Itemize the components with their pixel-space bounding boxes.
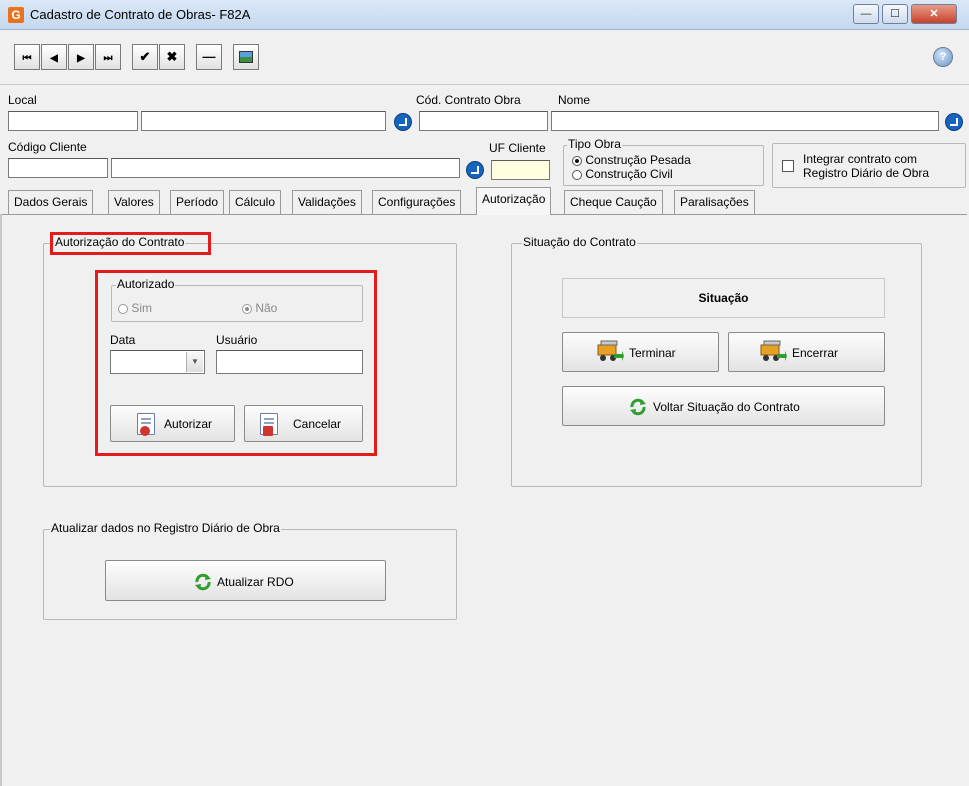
next-record-button[interactable]: ▶	[68, 44, 94, 70]
tab-dados-gerais[interactable]: Dados Gerais	[8, 190, 94, 214]
codigo-cliente-field[interactable]	[8, 158, 108, 178]
cancel-edit-button[interactable]: ✖	[159, 44, 185, 70]
uf-cliente-label: UF Cliente	[489, 141, 546, 155]
app-logo-icon: G	[8, 7, 24, 23]
usuario-label: Usuário	[216, 333, 258, 347]
cod-contrato-label: Cód. Contrato Obra	[416, 93, 521, 107]
integrar-label-line1: Integrar contrato com	[803, 152, 918, 166]
local-label: Local	[8, 93, 37, 107]
tab-periodo[interactable]: Período	[170, 190, 225, 214]
tab-autorizacao[interactable]: Autorização	[476, 187, 552, 215]
close-button[interactable]: ✕	[911, 4, 957, 24]
terminar-label: Terminar	[629, 346, 676, 360]
minus-icon: —	[202, 49, 216, 64]
previous-record-button[interactable]: ◀	[41, 44, 67, 70]
help-button[interactable]: ?	[933, 47, 953, 67]
radio-nao-label: Não	[255, 301, 278, 315]
voltar-situacao-button[interactable]: Voltar Situação do Contrato	[562, 386, 885, 426]
delete-button[interactable]: —	[196, 44, 222, 70]
tab-valores[interactable]: Valores	[108, 190, 160, 214]
previous-record-icon: ◀	[50, 53, 58, 64]
cancelar-button[interactable]: Cancelar	[244, 405, 363, 442]
refresh-icon	[195, 573, 211, 591]
nome-field[interactable]	[551, 111, 939, 131]
cod-contrato-field[interactable]	[419, 111, 548, 131]
window-title: Cadastro de Contrato de Obras- F82A	[30, 7, 251, 22]
data-date-picker[interactable]: ▼	[110, 350, 205, 374]
minimize-button[interactable]: —	[853, 4, 879, 24]
cancelar-label: Cancelar	[293, 417, 342, 431]
cliente-nome-field[interactable]	[111, 158, 460, 178]
chevron-down-icon[interactable]: ▼	[186, 352, 203, 372]
maximize-button[interactable]: ☐	[882, 4, 908, 24]
integrar-checkbox[interactable]	[782, 160, 794, 172]
checkmark-icon: ✔	[139, 49, 151, 64]
local-code-field[interactable]	[8, 111, 138, 131]
integrar-label-line2: Registro Diário de Obra	[803, 166, 930, 180]
local-lookup-icon[interactable]	[394, 113, 412, 131]
tipo-obra-legend: Tipo Obra	[567, 137, 622, 151]
image-button[interactable]	[233, 44, 259, 70]
autorizar-label: Autorizar	[164, 417, 213, 431]
truck-icon	[760, 340, 787, 361]
first-record-button[interactable]: ⏮	[14, 44, 40, 70]
nome-lookup-icon[interactable]	[945, 113, 963, 131]
radio-nao[interactable]	[242, 303, 252, 314]
radio-sim[interactable]	[118, 303, 128, 314]
toolbar-divider	[0, 84, 969, 85]
voltar-situacao-label: Voltar Situação do Contrato	[653, 400, 800, 414]
tab-paralisacoes[interactable]: Paralisações	[674, 190, 755, 214]
local-name-field[interactable]	[141, 111, 386, 131]
atualizar-rdo-label: Atualizar RDO	[217, 575, 294, 589]
document-approve-icon	[137, 413, 155, 436]
tab-validacoes[interactable]: Validações	[292, 190, 362, 214]
autorizado-legend: Autorizado	[116, 277, 176, 291]
tipo-obra-option-pesada[interactable]: Construção Pesada	[572, 154, 691, 167]
confirm-button[interactable]: ✔	[132, 44, 158, 70]
rdo-group-title: Atualizar dados no Registro Diário de Ob…	[50, 521, 281, 535]
toolbar: ⏮ ◀ ▶ ⏭ ✔ ✖ — ?	[0, 31, 969, 85]
picture-icon	[239, 51, 253, 63]
encerrar-button[interactable]: Encerrar	[728, 332, 885, 372]
nome-label: Nome	[558, 93, 591, 107]
last-record-icon: ⏭	[103, 53, 113, 64]
last-record-button[interactable]: ⏭	[95, 44, 121, 70]
data-label: Data	[110, 333, 136, 347]
codigo-cliente-label: Código Cliente	[8, 140, 87, 154]
radio-civil[interactable]	[572, 169, 582, 180]
tipo-obra-civil-label: Construção Civil	[585, 167, 673, 181]
panel-left-edge	[0, 214, 2, 786]
title-bar: G Cadastro de Contrato de Obras- F82A — …	[0, 0, 969, 30]
document-cancel-icon	[260, 413, 278, 436]
truck-icon	[597, 340, 624, 361]
tipo-obra-option-civil[interactable]: Construção Civil	[572, 168, 673, 181]
refresh-icon	[630, 398, 646, 416]
integrar-label: Integrar contrato com Registro Diário de…	[803, 152, 929, 180]
situacao-group-title: Situação do Contrato	[522, 235, 637, 249]
cliente-lookup-icon[interactable]	[466, 161, 484, 179]
autorizado-option-nao[interactable]: Não	[242, 301, 277, 315]
usuario-field[interactable]	[216, 350, 363, 374]
first-record-icon: ⏮	[22, 53, 32, 64]
tab-configuracoes[interactable]: Configurações	[372, 190, 462, 214]
autorizar-button[interactable]: Autorizar	[110, 405, 235, 442]
tab-calculo[interactable]: Cálculo	[229, 190, 282, 214]
radio-sim-label: Sim	[131, 301, 153, 315]
tab-cheque-caucao[interactable]: Cheque Caução	[564, 190, 663, 214]
encerrar-label: Encerrar	[792, 346, 839, 360]
autorizado-option-sim[interactable]: Sim	[118, 301, 152, 315]
situacao-status: Situação	[562, 278, 885, 318]
uf-cliente-field[interactable]	[491, 160, 550, 180]
next-record-icon: ▶	[77, 53, 85, 64]
help-icon: ?	[939, 51, 947, 63]
x-icon: ✖	[166, 49, 178, 64]
tipo-obra-pesada-label: Construção Pesada	[585, 153, 691, 167]
autorizacao-group-title: Autorização do Contrato	[54, 235, 186, 249]
atualizar-rdo-button[interactable]: Atualizar RDO	[105, 560, 386, 601]
terminar-button[interactable]: Terminar	[562, 332, 719, 372]
radio-pesada[interactable]	[572, 155, 582, 166]
